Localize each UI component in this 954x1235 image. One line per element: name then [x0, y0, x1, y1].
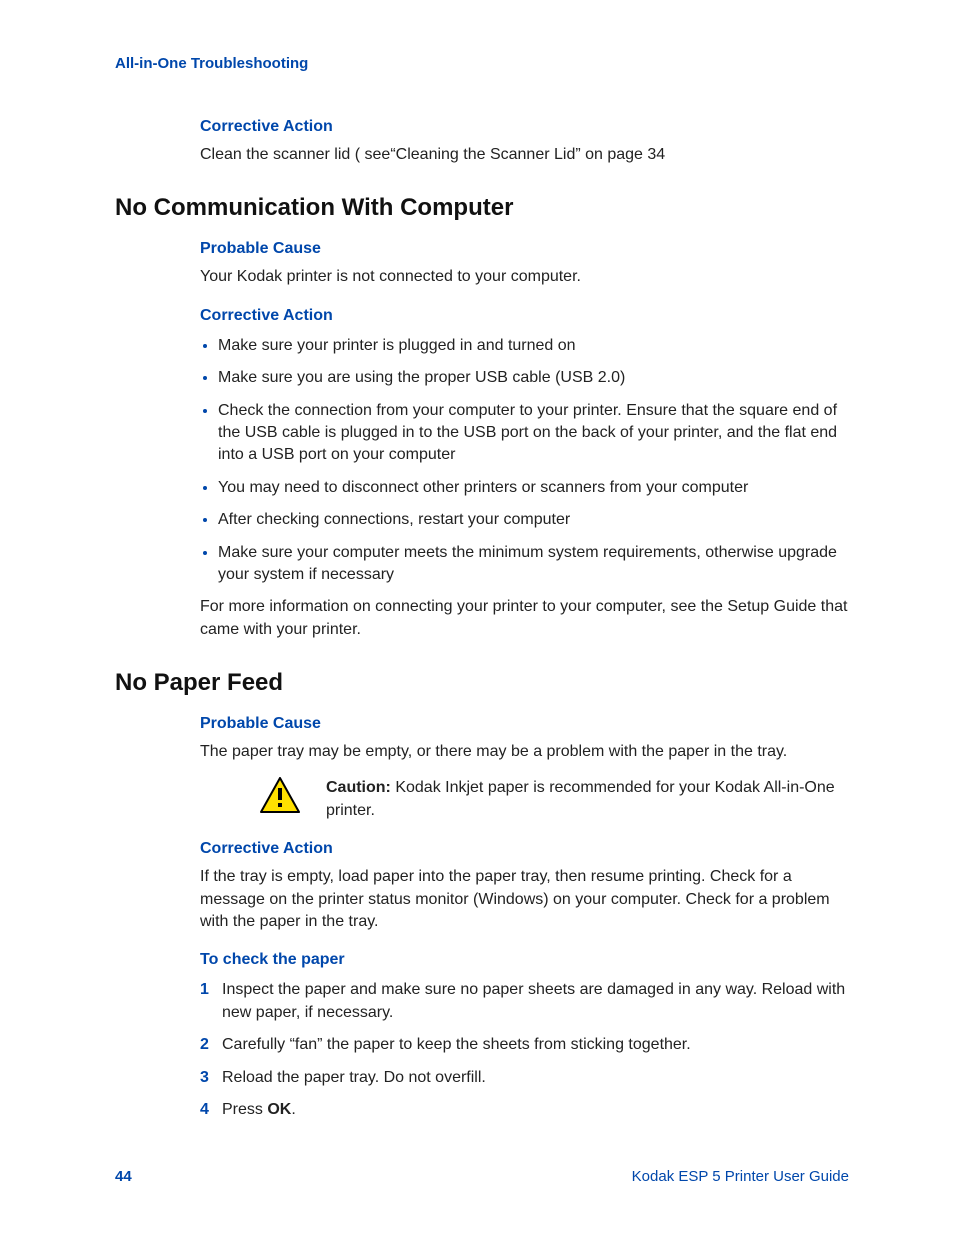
caution-label: Caution: [326, 779, 391, 796]
list-item: Check the connection from your computer … [218, 400, 849, 467]
body-text: Your Kodak printer is not connected to y… [200, 266, 849, 288]
heading-corrective-action: Corrective Action [200, 307, 849, 325]
heading-no-communication: No Communication With Computer [115, 194, 849, 222]
list-item: After checking connections, restart your… [218, 509, 849, 531]
body-text: If the tray is empty, load paper into th… [200, 866, 849, 933]
step-text-bold: OK [267, 1101, 291, 1118]
heading-probable-cause: Probable Cause [200, 240, 849, 258]
page-number: 44 [115, 1168, 132, 1185]
caution-block: Caution: Kodak Inkjet paper is recommend… [260, 777, 849, 822]
list-item: Make sure your computer meets the minimu… [218, 542, 849, 587]
heading-corrective-action: Corrective Action [200, 118, 849, 136]
list-item: Make sure you are using the proper USB c… [218, 367, 849, 389]
numbered-list: Inspect the paper and make sure no paper… [200, 979, 849, 1121]
guide-title: Kodak ESP 5 Printer User Guide [632, 1168, 849, 1185]
list-item: Reload the paper tray. Do not overfill. [200, 1067, 849, 1089]
body-text: For more information on connecting your … [200, 596, 849, 641]
step-text-post: . [291, 1101, 295, 1118]
body-text: Clean the scanner lid ( see“Cleaning the… [200, 144, 849, 166]
running-header: All-in-One Troubleshooting [115, 55, 849, 72]
page-footer: 44 Kodak ESP 5 Printer User Guide [115, 1168, 849, 1185]
section-corrective-action-tail: Corrective Action Clean the scanner lid … [200, 118, 849, 166]
heading-probable-cause: Probable Cause [200, 715, 849, 733]
step-text-pre: Press [222, 1101, 267, 1118]
section-no-paper-feed-body: Probable Cause The paper tray may be emp… [200, 715, 849, 1121]
body-text: The paper tray may be empty, or there ma… [200, 741, 849, 763]
list-item: You may need to disconnect other printer… [218, 477, 849, 499]
section-no-communication-body: Probable Cause Your Kodak printer is not… [200, 240, 849, 641]
heading-to-check-the-paper: To check the paper [200, 951, 849, 969]
list-item: Inspect the paper and make sure no paper… [200, 979, 849, 1024]
heading-corrective-action: Corrective Action [200, 840, 849, 858]
caution-text: Caution: Kodak Inkjet paper is recommend… [326, 777, 849, 822]
bullet-list: Make sure your printer is plugged in and… [200, 335, 849, 587]
heading-no-paper-feed: No Paper Feed [115, 669, 849, 697]
list-item: Press OK. [200, 1099, 849, 1121]
caution-body: Kodak Inkjet paper is recommended for yo… [326, 779, 835, 818]
warning-icon [260, 777, 300, 813]
list-item: Make sure your printer is plugged in and… [218, 335, 849, 357]
document-page: All-in-One Troubleshooting Corrective Ac… [0, 0, 954, 1235]
list-item: Carefully “fan” the paper to keep the sh… [200, 1034, 849, 1056]
